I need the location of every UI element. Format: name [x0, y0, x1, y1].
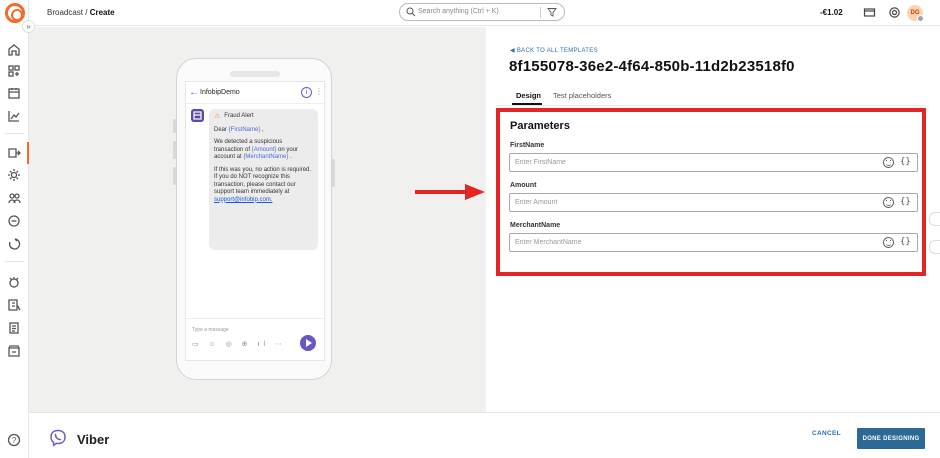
merchantname-field[interactable]: {}: [509, 233, 918, 252]
merchantname-label: MerchantName: [510, 222, 561, 229]
amount-label: Amount: [510, 182, 537, 189]
amount-input[interactable]: [510, 194, 870, 211]
phone-side-button: [173, 167, 176, 185]
infobip-logo-icon[interactable]: [5, 3, 25, 23]
placeholder-braces-icon[interactable]: {}: [900, 237, 911, 247]
rail-divider: [5, 261, 24, 262]
search-placeholder: Search anything (Ctrl + K): [418, 8, 499, 15]
parameters-section: Parameters FirstName {} Amount {} Mercha…: [496, 108, 926, 276]
send-icon: [300, 335, 316, 351]
logs-icon[interactable]: [6, 320, 22, 336]
template-id-title: 8f155078-36e2-4f64-850b-11d2b23518f0: [509, 58, 795, 75]
phone-side-button: [173, 141, 176, 159]
conversations-icon[interactable]: [6, 213, 22, 229]
compose-placeholder: Type a message: [192, 327, 229, 333]
search-divider: [540, 7, 541, 18]
filter-icon[interactable]: [547, 7, 557, 17]
flows-icon[interactable]: [6, 236, 22, 252]
sender-avatar-icon: [191, 109, 204, 122]
parameters-title: Parameters: [510, 120, 570, 132]
message-text: If you do NOT recognize this transaction…: [214, 174, 296, 195]
emoji-icon[interactable]: [883, 197, 894, 208]
breadcrumb: Broadcast / Create: [47, 8, 115, 17]
firstname-field[interactable]: {}: [509, 153, 918, 172]
message-paragraph-3: If you do NOT recognize this transaction…: [214, 174, 313, 204]
sender-name: InfobipDemo: [200, 89, 240, 96]
broadcast-icon[interactable]: [6, 145, 22, 161]
phone-side-button: [332, 159, 335, 187]
tab-test-placeholders[interactable]: Test placeholders: [553, 91, 611, 100]
annotation-arrow-icon: [415, 184, 485, 200]
compose-bar: Type a message ▭ ☺ ◎ ⊕ ıl ⋯: [186, 318, 324, 360]
tab-design[interactable]: Design: [516, 91, 541, 100]
top-bar: Broadcast / Create Search anything (Ctrl…: [29, 0, 940, 26]
settings-gear-icon[interactable]: [888, 6, 901, 19]
people-icon[interactable]: [6, 190, 22, 206]
preview-canvas: ← InfobipDemo i ⋮ ⚠ Fraud Alert Dear {Fir…: [29, 27, 486, 412]
analytics-icon[interactable]: [6, 108, 22, 124]
firstname-input[interactable]: [510, 154, 870, 171]
cancel-button[interactable]: CANCEL: [812, 430, 841, 437]
message-title: Fraud Alert: [224, 113, 254, 119]
message-text: .: [288, 154, 292, 160]
account-balance[interactable]: -€1.02: [820, 8, 843, 17]
user-avatar[interactable]: DG: [907, 5, 924, 22]
message-paragraph-1: We detected a suspicious transaction of …: [214, 139, 313, 162]
amount-placeholder-tag: {Amount}: [251, 146, 277, 153]
message-title-row: ⚠ Fraud Alert: [214, 113, 313, 121]
amount-field[interactable]: {}: [509, 193, 918, 212]
firstname-label: FirstName: [510, 142, 545, 149]
store-icon[interactable]: [6, 343, 22, 359]
wallet-icon[interactable]: [863, 6, 876, 19]
support-email-link[interactable]: support@infobip.com.: [214, 197, 272, 203]
side-tool-chat-icon[interactable]: [929, 240, 940, 254]
message-paragraph-2: If this was you, no action is required.: [214, 166, 312, 173]
warning-icon: ⚠: [214, 113, 221, 120]
apps-icon[interactable]: [6, 63, 22, 79]
footer-bar: Viber CANCEL DONE DESIGNING: [29, 412, 940, 458]
message-bubble: ⚠ Fraud Alert Dear {FirstName} , We detec…: [209, 109, 318, 250]
settings-icon[interactable]: [6, 167, 22, 183]
more-icon: ⋮: [315, 87, 323, 96]
phone-side-button: [173, 119, 176, 133]
channel-name: Viber: [77, 432, 110, 447]
placeholder-braces-icon[interactable]: {}: [900, 197, 911, 207]
firstname-placeholder-tag: {FirstName}: [228, 126, 261, 133]
message-greeting: Dear {FirstName} ,: [214, 127, 313, 135]
home-icon[interactable]: [6, 42, 22, 58]
phone-speaker: [230, 71, 280, 77]
breadcrumb-current: Create: [89, 8, 115, 17]
merchant-placeholder-tag: {MerchantName}: [243, 154, 289, 160]
expand-nav-button[interactable]: »: [22, 20, 35, 33]
merchantname-input[interactable]: [510, 234, 870, 251]
search-input[interactable]: Search anything (Ctrl + K): [399, 3, 565, 21]
info-icon: i: [301, 87, 312, 98]
tabs-divider: [496, 105, 926, 106]
breadcrumb-parent[interactable]: Broadcast /: [47, 8, 90, 17]
help-glyph: ?: [12, 436, 17, 445]
side-tool-refresh-icon[interactable]: [929, 212, 940, 226]
back-to-templates-link[interactable]: ◀ BACK TO ALL TEMPLATES: [510, 47, 598, 54]
left-nav-rail: » ?: [0, 0, 35, 458]
done-designing-button[interactable]: DONE DESIGNING: [857, 428, 925, 449]
phone-preview: ← InfobipDemo i ⋮ ⚠ Fraud Alert Dear {Fir…: [173, 58, 335, 380]
emoji-icon[interactable]: [883, 157, 894, 168]
viber-logo-icon: [50, 429, 66, 447]
phone-screen: ← InfobipDemo i ⋮ ⚠ Fraud Alert Dear {Fir…: [185, 81, 325, 361]
greeting-comma: ,: [260, 126, 264, 133]
compose-tool-icons: ▭ ☺ ◎ ⊕ ıl ⋯: [192, 341, 286, 348]
campaigns-icon[interactable]: [6, 85, 22, 101]
help-icon[interactable]: ?: [6, 432, 22, 448]
chat-header: ← InfobipDemo i ⋮: [186, 82, 324, 104]
greeting-text: Dear: [214, 126, 229, 133]
emoji-icon[interactable]: [883, 237, 894, 248]
search-icon: [406, 7, 416, 17]
back-arrow-icon: ←: [189, 87, 199, 98]
integrations-icon[interactable]: [6, 274, 22, 290]
reports-icon[interactable]: [6, 297, 22, 313]
placeholder-braces-icon[interactable]: {}: [900, 157, 911, 167]
rail-divider: [5, 133, 24, 134]
